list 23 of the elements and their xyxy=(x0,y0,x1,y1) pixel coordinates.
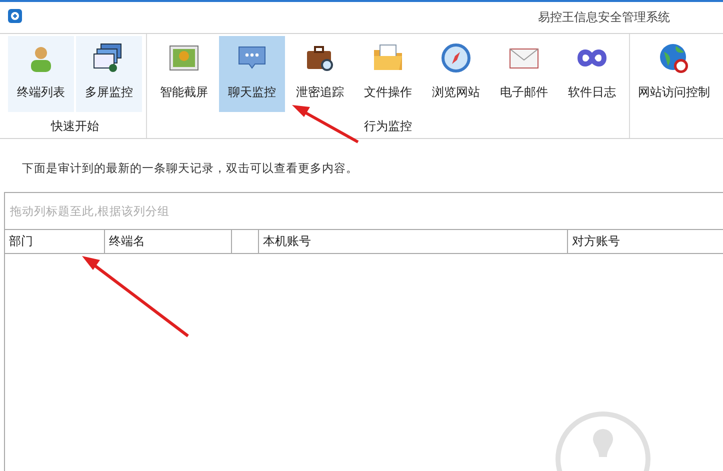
ribbon-button[interactable]: 电子邮件 xyxy=(491,36,557,112)
group-by-panel: 拖动列标题至此,根据该列分组 xyxy=(5,193,723,230)
ribbon-button[interactable]: 聊天监控 xyxy=(219,36,285,112)
column-header[interactable]: 终端名 xyxy=(105,230,232,253)
ribbon-button[interactable]: 网站访问控制 xyxy=(634,36,714,112)
ribbon-button[interactable]: 浏览网站 xyxy=(423,36,489,112)
annotation-arrow xyxy=(292,105,359,144)
column-header[interactable]: 对方账号 xyxy=(568,230,723,253)
compass-icon xyxy=(440,42,472,74)
window-title: 易控王信息安全管理系统 xyxy=(538,9,670,26)
globe-icon xyxy=(658,42,690,74)
column-header[interactable]: 部门 xyxy=(5,230,105,253)
hint-text: 下面是审计到的最新的一条聊天记录，双击可以查看更多内容。 xyxy=(21,161,359,177)
app-icon xyxy=(8,8,22,22)
lightbulb-icon xyxy=(555,409,651,471)
ribbon-group-label: 快速开始 xyxy=(51,118,99,135)
ribbon-button[interactable]: 智能截屏 xyxy=(151,36,217,112)
ribbon-button[interactable]: 终端列表 xyxy=(8,36,74,112)
ribbon-group-label: 行为监控 xyxy=(364,118,412,135)
ribbon-button[interactable]: 文件操作 xyxy=(355,36,421,112)
column-header[interactable]: 本机账号 xyxy=(259,230,568,253)
ribbon-button[interactable]: 软件日志 xyxy=(559,36,625,112)
ribbon-button[interactable]: 多屏监控 xyxy=(76,36,142,112)
